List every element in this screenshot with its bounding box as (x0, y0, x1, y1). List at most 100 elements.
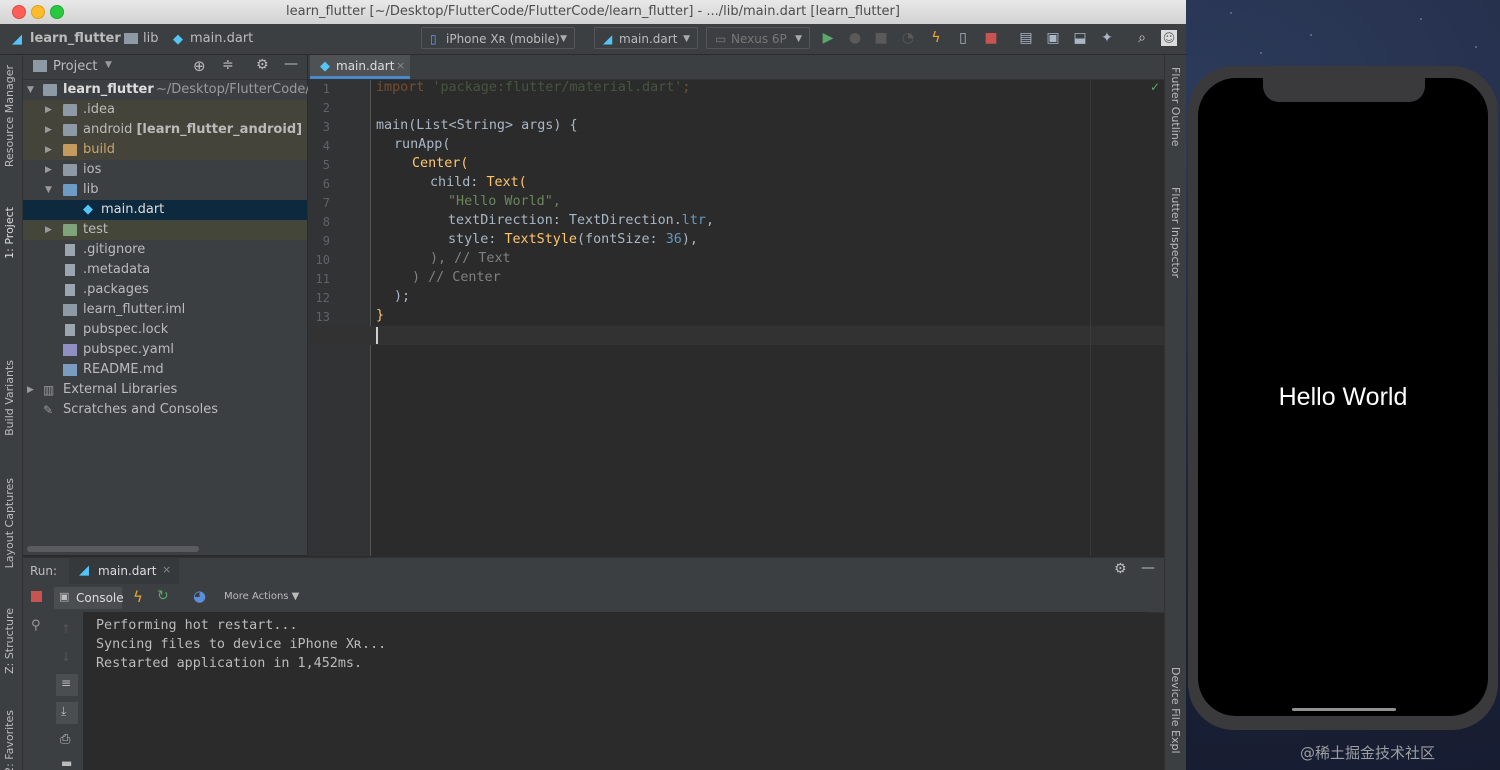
tab-project[interactable]: 1: Project (3, 207, 16, 259)
list-item-selected[interactable]: ◆ main.dart (23, 200, 307, 220)
tab-structure[interactable]: Z: Structure (3, 608, 16, 674)
tab-favorites[interactable]: 2: Favorites (3, 710, 16, 770)
code-token: style: (448, 232, 505, 247)
list-item[interactable]: ▶ ▥ External Libraries (23, 380, 307, 400)
left-tool-stripe: Resource Manager 1: Project Build Varian… (0, 55, 23, 770)
project-panel-title[interactable]: Project (53, 59, 97, 74)
list-item[interactable]: ▶ android [learn_flutter_android] (23, 120, 307, 140)
locate-icon[interactable]: ⊕ (193, 57, 206, 75)
stop-icon[interactable] (31, 591, 42, 602)
code-editor[interactable]: 1 2 3 4 5 6 7 8 9 10 11 12 13 14 ✓ impor… (308, 80, 1164, 556)
profile-icon[interactable]: ◔ (900, 30, 916, 46)
tab-flutter-outline[interactable]: Flutter Outline (1169, 67, 1182, 147)
line-number: 3 (322, 120, 330, 134)
chevron-right-icon[interactable]: ▶ (45, 140, 52, 160)
list-item[interactable]: learn_flutter.iml (23, 300, 307, 320)
gear-icon[interactable]: ⚙ (256, 57, 269, 73)
stop-icon[interactable]: ■ (983, 30, 999, 46)
code-line: } (376, 308, 385, 323)
tab-device-file-explorer[interactable]: Device File Expl (1169, 667, 1182, 754)
folder-icon (63, 104, 77, 116)
coverage-icon[interactable]: ■ (873, 30, 889, 46)
scroll-to-end-button[interactable]: ⤓ (56, 702, 78, 724)
console-output[interactable]: Performing hot restart... Syncing files … (84, 612, 1149, 770)
list-item[interactable]: pubspec.lock (23, 320, 307, 340)
hot-restart-icon[interactable]: ▯ (955, 30, 971, 46)
tab-resource-manager[interactable]: Resource Manager (3, 65, 16, 167)
more-actions-button[interactable]: More Actions ▼ (224, 591, 299, 602)
simulator-screen[interactable]: Hello World (1198, 78, 1488, 716)
chevron-down-icon[interactable]: ▼ (27, 80, 34, 100)
tab-layout-captures[interactable]: Layout Captures (3, 478, 16, 568)
file-icon (65, 264, 75, 276)
collapse-icon[interactable]: ≑ (222, 57, 234, 73)
device-selector[interactable]: ▯ iPhone Xʀ (mobile) ▼ (421, 27, 575, 49)
list-item[interactable]: .metadata (23, 260, 307, 280)
debug-icon[interactable]: ● (847, 30, 863, 46)
sdk-manager-icon[interactable]: ⬓ (1072, 30, 1088, 46)
run-icon[interactable]: ▶ (820, 30, 836, 46)
more-actions-label: More Actions (224, 591, 289, 602)
down-arrow-icon[interactable]: ↓ (61, 650, 71, 664)
avatar-icon[interactable]: ☺ (1161, 30, 1177, 46)
emulator-selector[interactable]: ▭ Nexus 6P ▼ (706, 27, 810, 49)
breadcrumb-lib[interactable]: lib (143, 31, 158, 46)
hide-icon[interactable]: — (1141, 560, 1155, 576)
list-item[interactable]: ▶ build (23, 140, 307, 160)
console-tab[interactable]: ▣ Console (54, 587, 124, 609)
trash-icon[interactable]: ▬ (61, 756, 72, 770)
code-line: style: TextStyle(fontSize: 36), (448, 232, 698, 247)
chevron-down-icon[interactable]: ▼ (45, 180, 52, 200)
tree-root[interactable]: ▼ learn_flutter ~/Desktop/FlutterCode/ (23, 80, 310, 100)
horizontal-scrollbar[interactable] (27, 546, 199, 552)
close-icon[interactable]: × (396, 59, 405, 72)
dart-file-icon: ◆ (173, 32, 183, 47)
tab-flutter-inspector[interactable]: Flutter Inspector (1169, 187, 1182, 278)
hot-restart-icon[interactable]: ↻ (157, 588, 169, 604)
list-item[interactable]: ▶ test (23, 220, 307, 240)
tab-build-variants[interactable]: Build Variants (3, 360, 16, 436)
print-icon[interactable]: ⎙ (60, 732, 70, 747)
list-item[interactable]: .packages (23, 280, 307, 300)
chevron-right-icon[interactable]: ▶ (45, 160, 52, 180)
text-cursor (376, 327, 378, 344)
list-item[interactable]: README.md (23, 360, 307, 380)
list-item[interactable]: pubspec.yaml (23, 340, 307, 360)
pin-icon[interactable]: ⚲ (31, 618, 41, 633)
list-item[interactable]: ▼ lib (23, 180, 307, 200)
console-tab-label: Console (76, 591, 124, 605)
gear-icon[interactable]: ⚙ (1114, 561, 1127, 577)
hide-icon[interactable]: — (284, 56, 298, 72)
plugin-icon[interactable]: ✦ (1099, 30, 1115, 46)
chevron-right-icon[interactable]: ▶ (45, 220, 52, 240)
home-indicator[interactable] (1292, 708, 1396, 711)
tab-main-dart[interactable]: ◆ main.dart × (310, 55, 410, 79)
line-number: 6 (322, 177, 330, 191)
editor-tab-bar: ◆ main.dart × (308, 55, 1164, 80)
hot-reload-icon[interactable]: ϟ (133, 588, 143, 606)
list-item[interactable]: .gitignore (23, 240, 307, 260)
breadcrumb-project[interactable]: learn_flutter (30, 31, 121, 46)
title-bar[interactable]: learn_flutter [~/Desktop/FlutterCode/Flu… (0, 0, 1186, 25)
hot-reload-icon[interactable]: ϟ (928, 30, 944, 46)
run-tab-main-dart[interactable]: ◢ main.dart × (69, 558, 179, 584)
list-item[interactable]: ▶ ios (23, 160, 307, 180)
devtools-icon[interactable]: ◕ (193, 587, 206, 605)
chevron-right-icon[interactable]: ▶ (27, 380, 34, 400)
close-icon[interactable]: × (162, 563, 171, 576)
breadcrumb-file[interactable]: main.dart (190, 31, 253, 46)
up-arrow-icon[interactable]: ↑ (61, 622, 71, 636)
avd-manager-icon[interactable]: ▣ (1045, 30, 1061, 46)
soft-wrap-button[interactable]: ≡ (56, 674, 78, 696)
dart-file-icon: ◆ (320, 59, 330, 74)
chevron-down-icon[interactable]: ▼ (105, 60, 112, 70)
run-panel-header: Run: ◢ main.dart × ⚙ — (23, 557, 1164, 584)
chevron-right-icon[interactable]: ▶ (45, 100, 52, 120)
chevron-right-icon[interactable]: ▶ (45, 120, 52, 140)
sync-icon[interactable]: ▤ (1018, 30, 1034, 46)
list-item[interactable]: ✎ Scratches and Consoles (23, 400, 307, 420)
project-panel-header: Project ▼ ⊕ ≑ ⚙ — (23, 55, 307, 80)
run-config-selector[interactable]: ◢ main.dart ▼ (594, 27, 698, 49)
search-icon[interactable]: ⌕ (1134, 30, 1150, 46)
list-item[interactable]: ▶ .idea (23, 100, 307, 120)
